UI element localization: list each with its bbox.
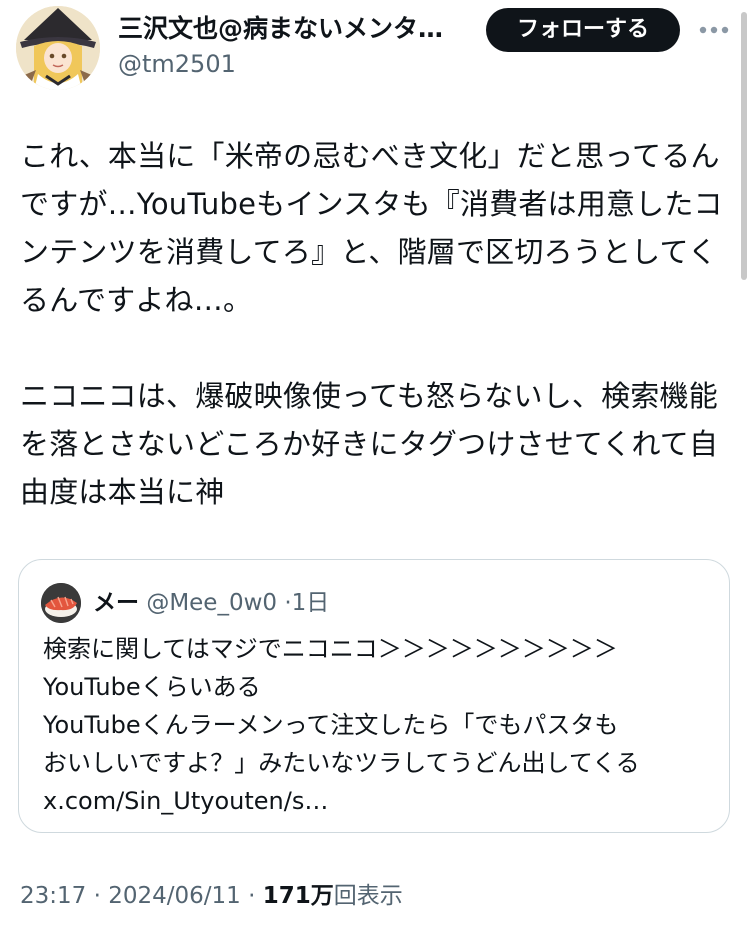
meta-separator: · [93, 883, 101, 909]
follow-button[interactable]: フォローする [486, 8, 680, 52]
quote-separator: · [284, 590, 292, 616]
more-horizontal-icon[interactable] [696, 16, 732, 44]
quote-text-line: YouTubeくらいある [43, 673, 261, 701]
tweet-text: これ、本当に「米帝の忌むべき文化」だと思ってるんですが…YouTubeもインスタ… [20, 132, 732, 516]
quote-text-line: YouTubeくんラーメンって注文したら「でもパスタも [43, 711, 619, 739]
views-count[interactable]: 171万 [263, 883, 334, 909]
quote-text: 検索に関してはマジでニコニコ＞＞＞＞＞＞＞＞＞＞ YouTubeくらいある Yo… [43, 630, 715, 820]
tweet-time[interactable]: 23:17 [20, 883, 86, 909]
sushi-avatar-icon [41, 583, 81, 623]
author-handle[interactable]: @tm2501 [118, 48, 236, 80]
views-label: 回表示 [333, 883, 403, 909]
scrollbar[interactable] [738, 0, 750, 936]
quote-author-handle[interactable]: @Mee_0w0 [146, 590, 277, 616]
tweet-date[interactable]: 2024/06/11 [108, 883, 241, 909]
meta-separator: · [248, 883, 256, 909]
quote-text-line: おいしいですよ？」みたいなツラしてうどん出してくる [43, 749, 640, 777]
quote-author-avatar[interactable] [41, 583, 81, 623]
tweet-header: 三沢文也@病まないメンタ… @tm2501 フォローする [0, 0, 750, 100]
tweet-meta: 23:17 · 2024/06/11 · 171万回表示 [20, 878, 403, 914]
quote-text-line: 検索に関してはマジでニコニコ＞＞＞＞＞＞＞＞＞＞ [43, 635, 618, 663]
tweet-paragraph: これ、本当に「米帝の忌むべき文化」だと思ってるんですが…YouTubeもインスタ… [20, 139, 723, 317]
author-display-name[interactable]: 三沢文也@病まないメンタ… [118, 12, 468, 46]
author-avatar[interactable] [16, 6, 100, 90]
quote-header: メー @Mee_0w0 ·1日 [93, 586, 329, 620]
anime-character-avatar-icon [16, 6, 100, 90]
quote-author-name[interactable]: メー [93, 590, 139, 616]
quote-link[interactable]: x.com/Sin_Utyouten/s… [43, 782, 715, 820]
quote-timestamp[interactable]: 1日 [292, 590, 330, 616]
tweet-paragraph: ニコニコは、爆破映像使っても怒らないし、検索機能を落とさないどころか好きにタグつ… [20, 379, 719, 509]
quoted-tweet-card[interactable]: メー @Mee_0w0 ·1日 検索に関してはマジでニコニコ＞＞＞＞＞＞＞＞＞＞… [18, 559, 730, 833]
scrollbar-thumb[interactable] [741, 12, 747, 280]
